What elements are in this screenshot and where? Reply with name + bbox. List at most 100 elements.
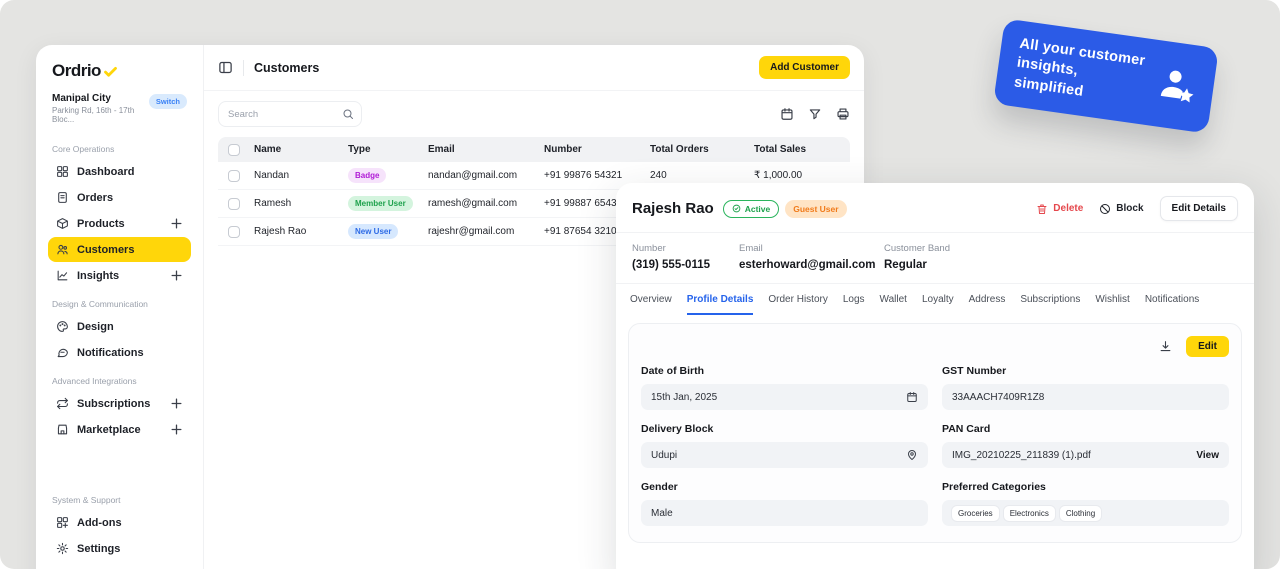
plus-icon[interactable] [170,397,183,410]
sidebar-item-label: Add-ons [77,516,122,529]
sidebar-item-label: Orders [77,191,114,204]
pan-card-input[interactable]: IMG_20210225_211839 (1).pdf View [942,442,1229,468]
tab-notifications[interactable]: Notifications [1145,294,1199,315]
detail-tabs: Overview Profile Details Order History L… [616,284,1254,315]
tab-order-history[interactable]: Order History [768,294,827,315]
detail-header: Rajesh Rao Active Guest User Delete Bloc… [616,183,1254,232]
field-label: GST Number [942,365,1007,377]
switch-store-button[interactable]: Switch [148,94,187,109]
design-icon [57,321,68,332]
sidebar-item-marketplace[interactable]: Marketplace [48,417,191,442]
sidebar-item-design[interactable]: Design [48,314,191,339]
promo-text: All your customer insights, simplified [1013,34,1152,110]
page-title: Customers [254,60,320,75]
tab-profile-details[interactable]: Profile Details [686,294,754,315]
info-value: Regular [884,259,927,271]
search-input[interactable] [218,101,362,127]
add-customer-button[interactable]: Add Customer [759,56,850,79]
sidebar: Ordrio Manipal City Parking Rd, 16th - 1… [36,45,204,569]
plus-icon[interactable] [170,423,183,436]
block-button[interactable]: Block [1099,203,1144,215]
plus-icon[interactable] [170,269,183,282]
info-value: (319) 555-0115 [632,259,711,271]
cell-number: +91 99876 54321 [544,170,623,181]
field-preferred-categories: Preferred Categories Groceries Electroni… [942,481,1229,526]
column-header: Total Orders [650,144,709,155]
store-switcher: Manipal City Parking Rd, 16th - 17th Blo… [48,93,191,134]
block-icon [1100,203,1111,214]
user-star-icon [1160,70,1194,103]
sidebar-item-notifications[interactable]: Notifications [48,340,191,365]
products-icon [57,218,68,229]
delivery-block-input[interactable]: Udupi [641,442,928,468]
date-of-birth-input[interactable]: 15th Jan, 2025 [641,384,928,410]
info-email: Email esterhoward@gmail.com [739,243,884,271]
field-date-of-birth: Date of Birth 15th Jan, 2025 [641,365,928,410]
location-pin-icon[interactable] [906,449,918,461]
type-badge: Member User [348,196,413,211]
field-label: Date of Birth [641,365,704,377]
detail-actions: Delete Block Edit Details [1036,196,1238,221]
sidebar-item-products[interactable]: Products [48,211,191,236]
sidebar-item-help[interactable]: Help and support [48,562,191,569]
gst-number-input[interactable]: 33AAACH7409R1Z8 [942,384,1229,410]
calendar-icon[interactable] [780,107,794,121]
download-icon[interactable] [1159,340,1172,353]
tab-wishlist[interactable]: Wishlist [1095,294,1129,315]
sidebar-collapse-icon[interactable] [218,60,233,75]
sidebar-section-design-communication: Design & Communication [52,299,148,309]
edit-details-button[interactable]: Edit Details [1159,196,1238,221]
sidebar-item-orders[interactable]: Orders [48,185,191,210]
printer-icon[interactable] [836,107,850,121]
select-all-checkbox[interactable] [228,143,240,156]
insights-icon [57,270,68,281]
cell-email: rajeshr@gmail.com [428,226,515,237]
sidebar-item-dashboard[interactable]: Dashboard [48,159,191,184]
field-delivery-block: Delivery Block Udupi [641,423,928,468]
sidebar-item-label: Settings [77,542,121,555]
sidebar-item-subscriptions[interactable]: Subscriptions [48,391,191,416]
detail-info-bar: Number (319) 555-0115 Email esterhoward@… [616,233,1254,283]
delete-button[interactable]: Delete [1036,203,1083,215]
sidebar-item-label: Design [77,320,114,333]
column-header: Number [544,144,582,155]
tab-wallet[interactable]: Wallet [880,294,907,315]
field-value: Udupi [651,449,678,461]
calendar-icon[interactable] [906,391,918,403]
notifications-icon [57,348,68,358]
sidebar-item-settings[interactable]: Settings [48,536,191,561]
row-checkbox[interactable] [228,197,240,210]
sidebar-item-customers[interactable]: Customers [48,237,191,262]
filter-icon[interactable] [808,107,822,121]
sidebar-item-insights[interactable]: Insights [48,263,191,288]
view-pan-link[interactable]: View [1196,450,1219,461]
tab-subscriptions[interactable]: Subscriptions [1020,294,1080,315]
marketplace-icon [57,424,68,435]
tab-overview[interactable]: Overview [630,294,672,315]
row-checkbox[interactable] [228,225,240,238]
sidebar-item-label: Dashboard [77,165,135,178]
tab-loyalty[interactable]: Loyalty [922,294,954,315]
gender-input[interactable]: Male [641,500,928,526]
info-label: Email [739,243,763,254]
category-chip: Clothing [1059,505,1102,521]
sidebar-item-label: Marketplace [77,423,141,436]
tab-address[interactable]: Address [969,294,1006,315]
screenshot-canvas: Ordrio Manipal City Parking Rd, 16th - 1… [0,0,1280,569]
column-header: Name [254,144,282,155]
cell-name: Ramesh [254,198,292,209]
preferred-categories-input[interactable]: Groceries Electronics Clothing [942,500,1229,526]
sidebar-item-label: Subscriptions [77,397,151,410]
dashboard-icon [57,166,68,177]
sidebar-item-addons[interactable]: Add-ons [48,510,191,535]
tab-logs[interactable]: Logs [843,294,865,315]
field-gender: Gender Male [641,481,928,526]
edit-button[interactable]: Edit [1186,336,1229,357]
field-value: 33AAACH7409R1Z8 [952,391,1045,403]
row-checkbox[interactable] [228,169,240,182]
plus-icon[interactable] [170,217,183,230]
customers-icon [57,244,68,255]
cell-email: nandan@gmail.com [428,170,518,181]
cell-total-orders: 240 [650,170,667,181]
